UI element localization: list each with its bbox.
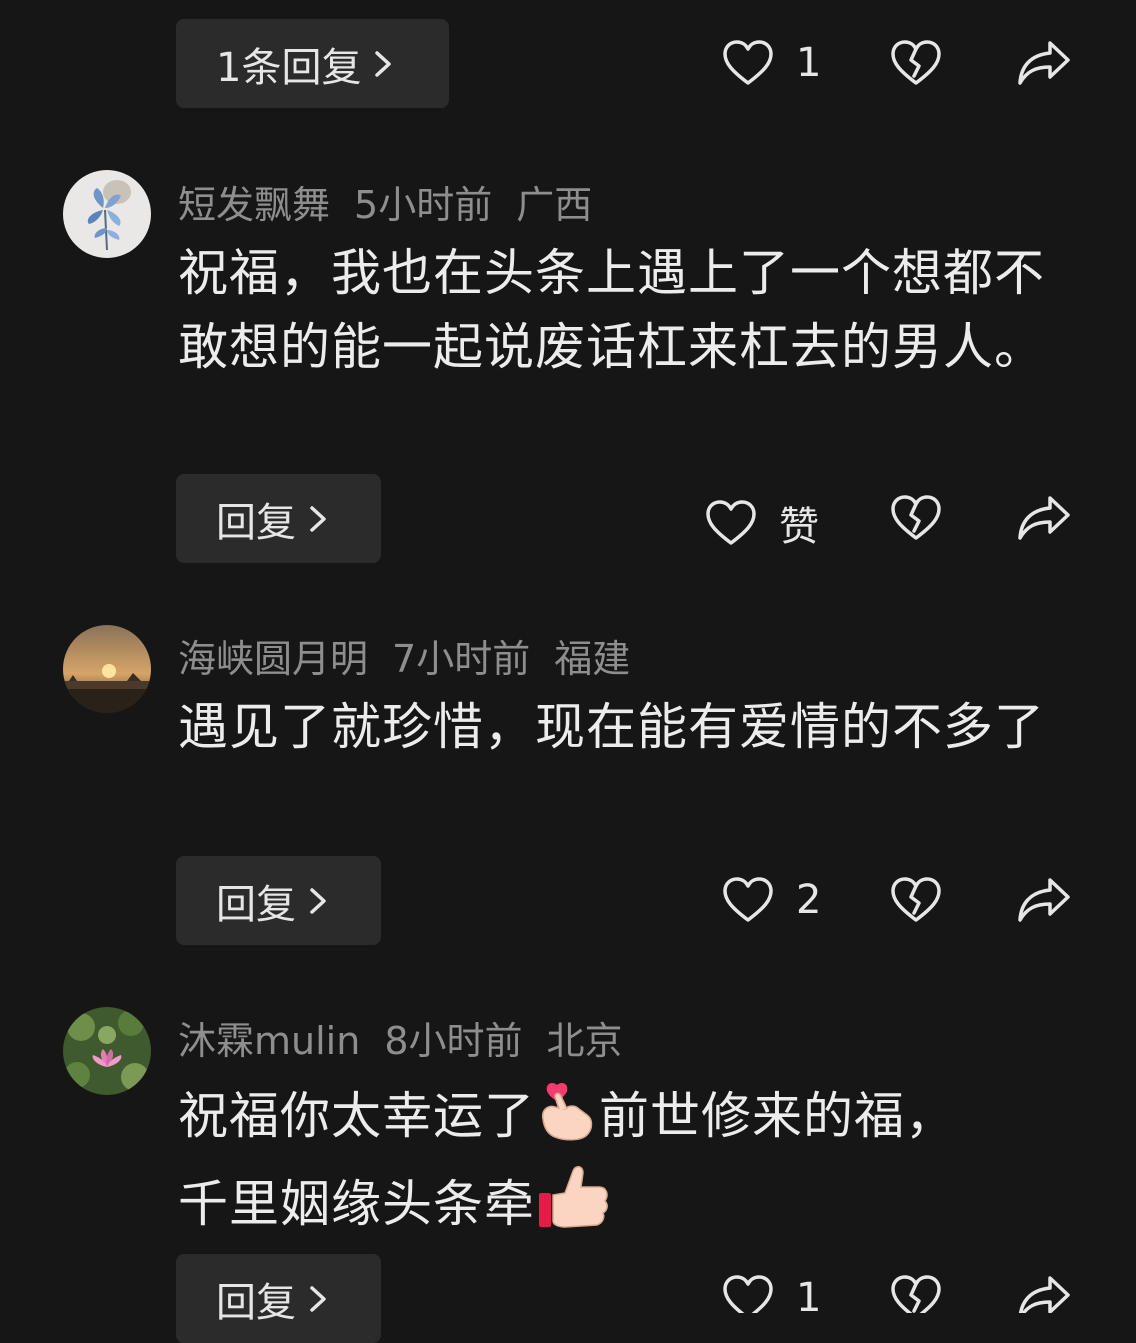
action-row: 1 [0, 1254, 1136, 1313]
avatar[interactable] [63, 1007, 151, 1095]
comment-text: 祝福你太幸运了 前世修来的福， 千里姻缘头条牵 [178, 1073, 1078, 1247]
action-row: 2 [0, 856, 1136, 945]
share-arrow-icon[interactable] [1016, 39, 1072, 87]
heart-outline-icon [706, 500, 756, 545]
comment-text: 祝福，我也在头条上遇上了一个想都不敢想的能一起说废话杠来杠去的男人。 [178, 244, 1045, 376]
blue-flower-avatar-image [87, 180, 131, 251]
share-arrow-icon[interactable] [1016, 876, 1072, 924]
timestamp: 5小时前 [354, 183, 493, 227]
like-button[interactable]: 1 [722, 39, 821, 87]
like-button[interactable]: 1 [722, 1274, 821, 1313]
username[interactable]: 短发飘舞 [178, 183, 330, 227]
share-arrow-icon[interactable] [1016, 1274, 1072, 1313]
avatar[interactable] [63, 625, 151, 713]
lotus-avatar-image [63, 1007, 151, 1095]
like-count: 1 [796, 40, 822, 86]
comment-meta: 短发飘舞 5小时前 广西 [178, 174, 616, 229]
heart-outline-icon [723, 40, 773, 85]
comment-text-part: 千里姻缘头条牵 [178, 1175, 535, 1233]
broken-heart-icon[interactable] [890, 39, 942, 87]
comment-text-part: 祝福你太幸运了 [178, 1087, 535, 1145]
comment-meta: 沐霖mulin 8小时前 北京 [178, 1010, 647, 1065]
timestamp: 8小时前 [384, 1019, 523, 1063]
like-count: 1 [796, 1275, 822, 1313]
username[interactable]: 海峡圆月明 [178, 637, 368, 681]
location: 北京 [546, 1019, 623, 1063]
sunset-avatar-image [63, 625, 151, 713]
like-count: 2 [796, 877, 822, 923]
like-button[interactable]: 2 [722, 876, 821, 924]
thumbs-up-emoji [539, 1166, 608, 1228]
action-row: 赞 [0, 474, 1136, 563]
username[interactable]: 沐霖mulin [178, 1019, 360, 1063]
avatar[interactable] [63, 170, 151, 258]
like-button[interactable]: 赞 [705, 494, 819, 552]
like-label: 赞 [779, 504, 819, 550]
broken-heart-icon[interactable] [890, 1274, 942, 1313]
location: 福建 [554, 637, 631, 681]
broken-heart-icon[interactable] [890, 494, 942, 542]
broken-heart-icon[interactable] [890, 876, 942, 924]
heart-outline-icon [723, 1275, 773, 1313]
timestamp: 7小时前 [392, 637, 531, 681]
share-arrow-icon[interactable] [1016, 494, 1072, 542]
location: 广西 [516, 183, 593, 227]
comment-meta: 海峡圆月明 7小时前 福建 [178, 628, 654, 683]
comment-text-part: 前世修来的福， [599, 1087, 956, 1145]
comment-text: 遇见了就珍惜，现在能有爱情的不多了 [178, 698, 1045, 756]
heart-outline-icon [723, 877, 773, 922]
action-row: 1 [0, 19, 1136, 108]
finger-heart-emoji [541, 1083, 593, 1141]
